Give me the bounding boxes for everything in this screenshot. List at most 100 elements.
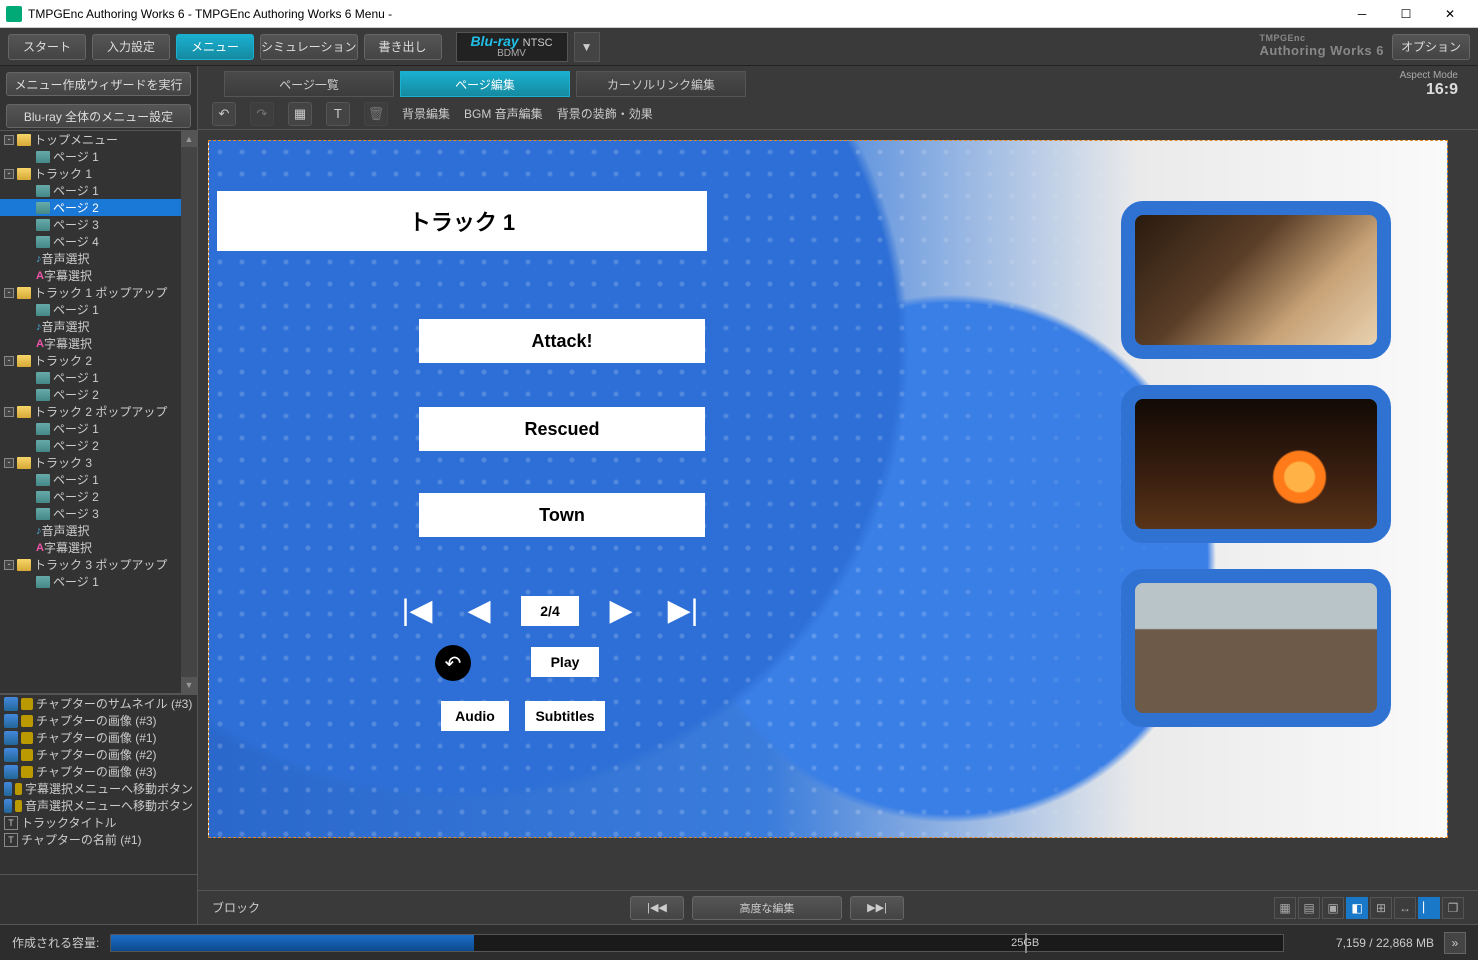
scroll-up-icon[interactable]: ▲ — [181, 131, 197, 147]
grid-icon[interactable]: ▦ — [1274, 897, 1296, 919]
next-page-icon[interactable]: ▶ — [601, 593, 641, 628]
minimize-button[interactable]: ─ — [1340, 0, 1384, 28]
split-icon[interactable]: ⊞ — [1370, 897, 1392, 919]
add-item-button[interactable]: ▦ — [288, 102, 312, 126]
property-row[interactable]: Tトラックタイトル — [0, 814, 197, 831]
tree-row[interactable]: -トラック 3 ポップアップ — [0, 556, 197, 573]
maximize-button[interactable]: ☐ — [1384, 0, 1428, 28]
audio-button[interactable]: Audio — [441, 701, 509, 731]
chapter-button-2[interactable]: Rescued — [419, 407, 705, 451]
tree-row[interactable]: ページ 2 — [0, 437, 197, 454]
tree-row[interactable]: ページ 2 — [0, 488, 197, 505]
undo-button[interactable]: ↶ — [212, 102, 236, 126]
property-row[interactable]: チャプターのサムネイル (#3) — [0, 695, 197, 712]
tab-page-edit[interactable]: ページ編集 — [400, 71, 570, 97]
tree-row[interactable]: ♪ 音声選択 — [0, 250, 197, 267]
property-row[interactable]: チャプターの画像 (#2) — [0, 746, 197, 763]
tree-row[interactable]: -トラック 1 — [0, 165, 197, 182]
tree-row[interactable]: ♪ 音声選択 — [0, 318, 197, 335]
tree-row[interactable]: ページ 1 — [0, 420, 197, 437]
property-row[interactable]: チャプターの画像 (#3) — [0, 763, 197, 780]
tree-row[interactable]: ページ 3 — [0, 216, 197, 233]
tree-row[interactable]: ページ 1 — [0, 148, 197, 165]
wizard-button[interactable]: メニュー作成ウィザードを実行 — [6, 72, 191, 96]
capacity-expand-button[interactable]: » — [1444, 932, 1466, 954]
property-list[interactable]: チャプターのサムネイル (#3)チャプターの画像 (#3)チャプターの画像 (#… — [0, 694, 197, 874]
menu-tree[interactable]: ▲ ▼ -トップメニュー ページ 1-トラック 1 ページ 1 ページ 2 ペー… — [0, 130, 197, 694]
scroll-down-icon[interactable]: ▼ — [181, 677, 197, 693]
tree-row[interactable]: -トラック 2 ポップアップ — [0, 403, 197, 420]
add-text-button[interactable]: T — [326, 102, 350, 126]
last-page-icon[interactable]: ▶| — [663, 593, 703, 628]
subtitles-button[interactable]: Subtitles — [525, 701, 605, 731]
property-row[interactable]: 音声選択メニューへ移動ボタン — [0, 797, 197, 814]
tree-row[interactable]: ページ 1 — [0, 471, 197, 488]
chapter-thumbnail-3[interactable] — [1121, 569, 1391, 727]
bg-effect-label[interactable]: 背景の装飾・効果 — [557, 105, 653, 122]
tab-page-list[interactable]: ページ一覧 — [224, 71, 394, 97]
expand-icon[interactable]: - — [4, 169, 14, 179]
bg-edit-label[interactable]: 背景編集 — [402, 105, 450, 122]
grid2-icon[interactable]: ▤ — [1298, 897, 1320, 919]
option-button[interactable]: オプション — [1392, 34, 1470, 60]
play-button[interactable]: Play — [531, 647, 599, 677]
expand-icon[interactable]: - — [4, 356, 14, 366]
prev-page-icon[interactable]: ◀ — [459, 593, 499, 628]
menu-title[interactable]: トラック 1 — [217, 191, 707, 251]
tree-row[interactable]: ページ 4 — [0, 233, 197, 250]
advanced-edit-button[interactable]: 高度な編集 — [692, 896, 842, 920]
expand-icon[interactable]: - — [4, 407, 14, 417]
tree-row[interactable]: ページ 1 — [0, 573, 197, 590]
tree-row[interactable]: -トラック 1 ポップアップ — [0, 284, 197, 301]
capacity-bar: 作成される容量: 25GB 7,159 / 22,868 MB » — [0, 924, 1478, 960]
close-button[interactable]: ✕ — [1428, 0, 1472, 28]
tree-row[interactable]: ページ 1 — [0, 301, 197, 318]
menu-canvas[interactable]: トラック 1 Attack! Rescued Town |◀ ◀ 2/4 ▶ ▶… — [208, 140, 1448, 838]
tree-row[interactable]: ページ 2 — [0, 386, 197, 403]
property-row[interactable]: Tチャプターの名前 (#1) — [0, 831, 197, 848]
property-row[interactable]: チャプターの画像 (#1) — [0, 729, 197, 746]
next-track-button[interactable]: ▶▶| — [850, 896, 904, 920]
expand-icon[interactable]: - — [4, 560, 14, 570]
tree-row[interactable]: ♪ 音声選択 — [0, 522, 197, 539]
menu-button[interactable]: メニュー — [176, 34, 254, 60]
tab-cursor-link[interactable]: カーソルリンク編集 — [576, 71, 746, 97]
delete-button[interactable]: 🗑 — [364, 102, 388, 126]
write-button[interactable]: 書き出し — [364, 34, 442, 60]
tree-row[interactable]: -トラック 2 — [0, 352, 197, 369]
chapter-thumbnail-2[interactable] — [1121, 385, 1391, 543]
tree-row[interactable]: ページ 1 — [0, 182, 197, 199]
tree-scrollbar[interactable]: ▲ ▼ — [181, 131, 197, 693]
tree-row[interactable]: A 字幕選択 — [0, 539, 197, 556]
snap-icon[interactable]: ⎸ — [1418, 897, 1440, 919]
first-page-icon[interactable]: |◀ — [397, 593, 437, 628]
tree-row[interactable]: ページ 2 — [0, 199, 197, 216]
expand-icon[interactable]: - — [4, 288, 14, 298]
property-row[interactable]: チャプターの画像 (#3) — [0, 712, 197, 729]
redo-button[interactable]: ↷ — [250, 102, 274, 126]
format-dropdown[interactable]: ▼ — [574, 32, 600, 62]
tree-row[interactable]: A 字幕選択 — [0, 267, 197, 284]
global-menu-settings-button[interactable]: Blu-ray 全体のメニュー設定 — [6, 104, 191, 128]
chapter-button-1[interactable]: Attack! — [419, 319, 705, 363]
layers-icon[interactable]: ❐ — [1442, 897, 1464, 919]
tree-row[interactable]: A 字幕選択 — [0, 335, 197, 352]
chapter-button-3[interactable]: Town — [419, 493, 705, 537]
chapter-thumbnail-1[interactable] — [1121, 201, 1391, 359]
input-settings-button[interactable]: 入力設定 — [92, 34, 170, 60]
expand-icon[interactable]: - — [4, 135, 14, 145]
simulation-button[interactable]: シミュレーション — [260, 34, 358, 60]
tree-row[interactable]: -トップメニュー — [0, 131, 197, 148]
select-icon[interactable]: ◧ — [1346, 897, 1368, 919]
property-row[interactable]: 字幕選択メニューへ移動ボタン — [0, 780, 197, 797]
start-button[interactable]: スタート — [8, 34, 86, 60]
bgm-edit-label[interactable]: BGM 音声編集 — [464, 105, 543, 122]
prev-track-button[interactable]: |◀◀ — [630, 896, 684, 920]
back-icon[interactable]: ↶ — [435, 645, 471, 681]
tree-row[interactable]: -トラック 3 — [0, 454, 197, 471]
expand-icon[interactable]: - — [4, 458, 14, 468]
safezone-icon[interactable]: ▣ — [1322, 897, 1344, 919]
arrows-icon[interactable]: ↔ — [1394, 897, 1416, 919]
tree-row[interactable]: ページ 1 — [0, 369, 197, 386]
tree-row[interactable]: ページ 3 — [0, 505, 197, 522]
